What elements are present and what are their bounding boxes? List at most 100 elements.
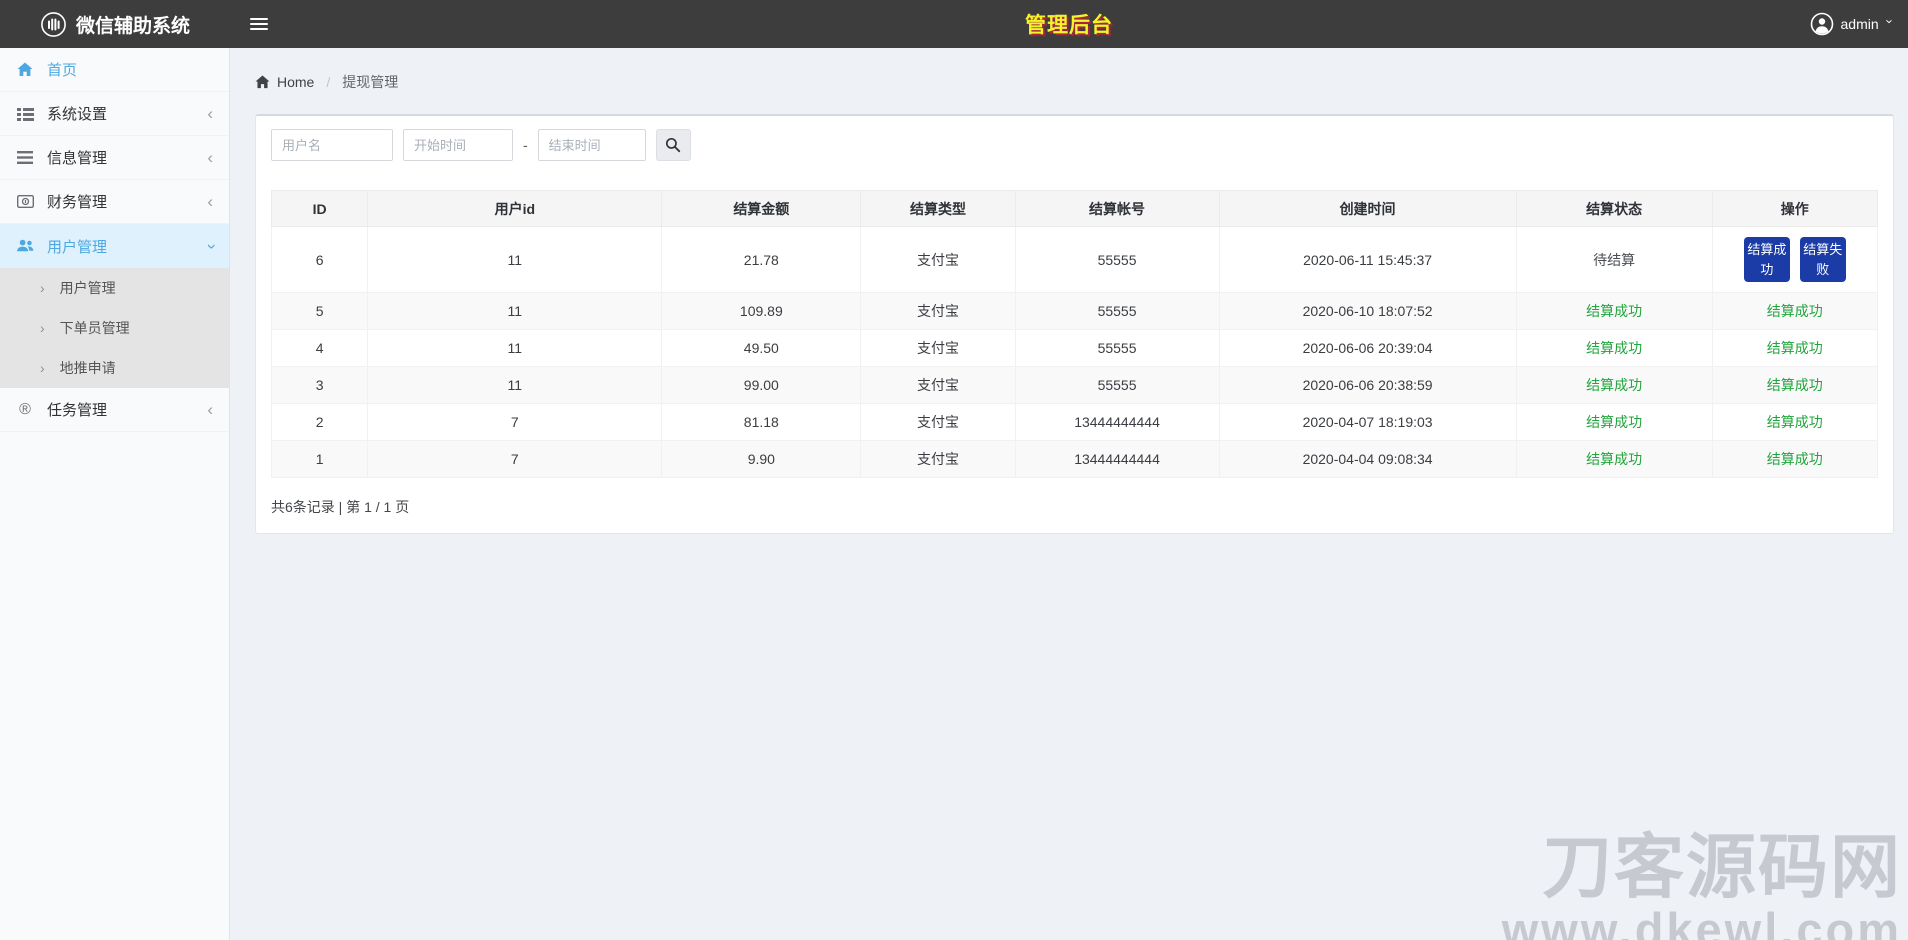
cell-id: 1 xyxy=(272,441,368,478)
cell-created: 2020-06-10 18:07:52 xyxy=(1219,293,1516,330)
search-bar: - xyxy=(271,129,1878,161)
sidebar-item-label: 系统设置 xyxy=(47,103,107,124)
cell-amount: 9.90 xyxy=(662,441,861,478)
sidebar-item-finance-management[interactable]: 财务管理 ‹ xyxy=(0,180,229,224)
content-card: - ID 用户id 结算金额 结算类型 结算帐号 xyxy=(255,114,1894,534)
settle-success-button[interactable]: 结算成功 xyxy=(1744,237,1790,282)
status-settled: 结算成功 xyxy=(1586,340,1642,356)
sidebar: 首页 系统设置 ‹ 信息管理 ‹ xyxy=(0,48,230,940)
watermark-line1: 刀客源码网 xyxy=(1502,832,1902,903)
chevron-left-icon: ‹ xyxy=(207,401,213,418)
chevron-down-icon: ‹ xyxy=(202,243,219,249)
users-icon xyxy=(16,239,34,253)
action-settled-link[interactable]: 结算成功 xyxy=(1767,340,1823,356)
col-actions: 操作 xyxy=(1712,191,1877,227)
sidebar-item-system-settings[interactable]: 系统设置 ‹ xyxy=(0,92,229,136)
cell-created: 2020-06-06 20:38:59 xyxy=(1219,367,1516,404)
action-settled-link[interactable]: 结算成功 xyxy=(1767,377,1823,393)
sidebar-subitem-order-clerk-management[interactable]: › 下单员管理 xyxy=(0,308,229,348)
col-type: 结算类型 xyxy=(861,191,1015,227)
cell-type: 支付宝 xyxy=(861,441,1015,478)
sidebar-item-label: 任务管理 xyxy=(47,399,107,420)
bars-icon xyxy=(16,151,34,164)
cell-user-id: 7 xyxy=(368,404,662,441)
cell-type: 支付宝 xyxy=(861,404,1015,441)
cell-account: 55555 xyxy=(1015,293,1219,330)
status-settled: 结算成功 xyxy=(1586,451,1642,467)
cell-user-id: 11 xyxy=(368,367,662,404)
money-icon xyxy=(16,195,34,208)
status-settled: 结算成功 xyxy=(1586,303,1642,319)
sidebar-subitem-label: 用户管理 xyxy=(60,278,116,298)
registered-icon: ® xyxy=(16,401,34,419)
cell-user-id: 11 xyxy=(368,293,662,330)
username-input[interactable] xyxy=(271,129,393,161)
watermark-line2: www.dkewl.com xyxy=(1502,906,1902,940)
table-header-row: ID 用户id 结算金额 结算类型 结算帐号 创建时间 结算状态 操作 xyxy=(272,191,1878,227)
sidebar-subitem-user-management[interactable]: › 用户管理 xyxy=(0,268,229,308)
cell-id: 6 xyxy=(272,227,368,293)
table-row: 6 11 21.78 支付宝 55555 2020-06-11 15:45:37… xyxy=(272,227,1878,293)
cell-id: 3 xyxy=(272,367,368,404)
pagination-summary: 共6条记录 | 第 1 / 1 页 xyxy=(271,497,1878,517)
cell-type: 支付宝 xyxy=(861,330,1015,367)
breadcrumb-home-link[interactable]: Home xyxy=(277,74,314,90)
cell-account: 13444444444 xyxy=(1015,404,1219,441)
cell-account: 13444444444 xyxy=(1015,441,1219,478)
watermark: 刀客源码网 www.dkewl.com xyxy=(1502,832,1902,940)
sidebar-item-info-management[interactable]: 信息管理 ‹ xyxy=(0,136,229,180)
sidebar-item-label: 首页 xyxy=(47,59,77,80)
cell-amount: 21.78 xyxy=(662,227,861,293)
chevron-left-icon: ‹ xyxy=(207,149,213,166)
chevron-right-icon: › xyxy=(40,280,45,296)
sidebar-item-home[interactable]: 首页 xyxy=(0,48,229,92)
search-icon xyxy=(665,137,681,153)
chevron-right-icon: › xyxy=(40,320,45,336)
cell-id: 2 xyxy=(272,404,368,441)
cell-account: 55555 xyxy=(1015,227,1219,293)
home-icon xyxy=(255,75,270,89)
range-separator: - xyxy=(523,137,528,153)
action-settled-link[interactable]: 结算成功 xyxy=(1767,303,1823,319)
end-time-input[interactable] xyxy=(538,129,646,161)
col-account: 结算帐号 xyxy=(1015,191,1219,227)
sidebar-item-label: 用户管理 xyxy=(47,236,107,257)
table-row: 1 7 9.90 支付宝 13444444444 2020-04-04 09:0… xyxy=(272,441,1878,478)
withdrawals-table: ID 用户id 结算金额 结算类型 结算帐号 创建时间 结算状态 操作 6 11… xyxy=(271,190,1878,478)
brand-logo-icon xyxy=(40,11,67,38)
chevron-left-icon: ‹ xyxy=(207,105,213,122)
chevron-left-icon: ‹ xyxy=(207,193,213,210)
cell-user-id: 7 xyxy=(368,441,662,478)
cell-user-id: 11 xyxy=(368,330,662,367)
user-name: admin xyxy=(1841,16,1879,32)
action-settled-link[interactable]: 结算成功 xyxy=(1767,414,1823,430)
table-row: 4 11 49.50 支付宝 55555 2020-06-06 20:39:04… xyxy=(272,330,1878,367)
breadcrumb-current: 提现管理 xyxy=(342,72,398,92)
search-button[interactable] xyxy=(656,129,691,161)
sidebar-item-task-management[interactable]: ® 任务管理 ‹ xyxy=(0,388,229,432)
settle-fail-button[interactable]: 结算失败 xyxy=(1800,237,1846,282)
start-time-input[interactable] xyxy=(403,129,513,161)
sidebar-subitem-label: 地推申请 xyxy=(60,358,116,378)
sidebar-subitem-label: 下单员管理 xyxy=(60,318,130,338)
chevron-down-icon: ‹ xyxy=(1881,19,1894,23)
col-user-id: 用户id xyxy=(368,191,662,227)
cell-amount: 99.00 xyxy=(662,367,861,404)
sidebar-submenu-user-management: › 用户管理 › 下单员管理 › 地推申请 xyxy=(0,268,229,388)
user-menu[interactable]: admin ‹ xyxy=(1810,0,1890,48)
main-content: Home / 提现管理 - ID 用户 xyxy=(230,0,1908,534)
col-amount: 结算金额 xyxy=(662,191,861,227)
cell-id: 5 xyxy=(272,293,368,330)
cell-created: 2020-06-11 15:45:37 xyxy=(1219,227,1516,293)
status-settled: 结算成功 xyxy=(1586,377,1642,393)
breadcrumb: Home / 提现管理 xyxy=(255,72,1894,92)
cell-user-id: 11 xyxy=(368,227,662,293)
brand: 微信辅助系统 xyxy=(0,11,230,38)
action-settled-link[interactable]: 结算成功 xyxy=(1767,451,1823,467)
col-id: ID xyxy=(272,191,368,227)
sidebar-item-label: 财务管理 xyxy=(47,191,107,212)
sidebar-subitem-promotion-application[interactable]: › 地推申请 xyxy=(0,348,229,388)
chevron-right-icon: › xyxy=(40,360,45,376)
cell-created: 2020-04-04 09:08:34 xyxy=(1219,441,1516,478)
sidebar-item-user-management[interactable]: 用户管理 ‹ xyxy=(0,224,229,268)
